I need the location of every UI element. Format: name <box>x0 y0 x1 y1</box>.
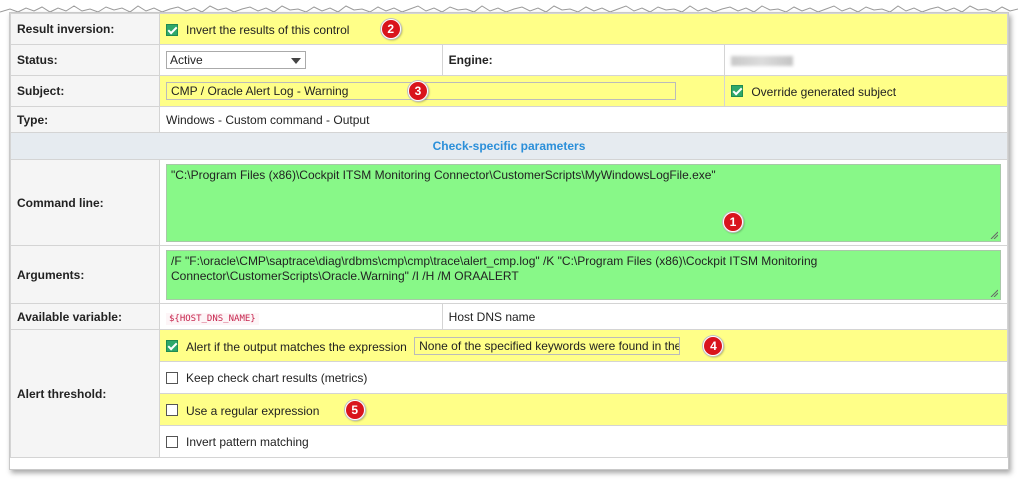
result-inversion-label: Result inversion: <box>10 13 160 45</box>
invert-results-checkbox[interactable] <box>166 23 178 36</box>
engine-label: Engine: <box>441 44 726 76</box>
subject-label: Subject: <box>10 75 160 107</box>
status-select[interactable]: Active <box>166 51 306 69</box>
section-title: Check-specific parameters <box>10 132 1008 160</box>
alert-threshold-label: Alert threshold: <box>10 329 160 458</box>
variable-description: Host DNS name <box>441 303 1009 330</box>
command-line-value: "C:\Program Files (x86)\Cockpit ITSM Mon… <box>171 167 716 182</box>
check-settings-panel: Result inversion: Invert the results of … <box>9 12 1009 470</box>
alert-option-row-4: Invert pattern matching <box>11 425 1008 458</box>
alert-option-3-cell: Use a regular expression 5 <box>159 393 1008 426</box>
resize-grip-icon[interactable] <box>990 231 998 239</box>
alert-option-row-2: Keep check chart results (metrics) <box>11 361 1008 394</box>
status-row: Status: Active Engine: <box>10 44 1008 76</box>
result-inversion-cell: Invert the results of this control 2 <box>159 13 1008 45</box>
type-row: Type: Windows - Custom command - Output <box>10 106 1008 133</box>
engine-value-redacted <box>731 55 794 66</box>
alert-option-row-3: Use a regular expression 5 <box>11 393 1008 426</box>
resize-grip-icon[interactable] <box>990 289 998 297</box>
result-inversion-row: Result inversion: Invert the results of … <box>10 13 1008 45</box>
chevron-down-icon <box>291 58 301 64</box>
section-header-row: Check-specific parameters <box>10 132 1008 160</box>
command-line-cell: "C:\Program Files (x86)\Cockpit ITSM Mon… <box>159 159 1008 246</box>
callout-badge-2: 2 <box>380 19 401 39</box>
subject-row: Subject: CMP / Oracle Alert Log - Warnin… <box>10 75 1008 107</box>
type-label: Type: <box>10 106 160 133</box>
callout-badge-1: 1 <box>723 211 743 232</box>
alert-option-4-cell: Invert pattern matching <box>159 425 1008 458</box>
type-value: Windows - Custom command - Output <box>159 106 1008 133</box>
status-label: Status: <box>10 44 160 76</box>
regular-expression-checkbox[interactable] <box>166 404 178 417</box>
command-line-row: Command line: "C:\Program Files (x86)\Co… <box>10 159 1008 246</box>
callout-badge-4: 4 <box>703 335 724 356</box>
status-select-value: Active <box>170 53 203 67</box>
invert-results-label: Invert the results of this control <box>186 22 350 37</box>
arguments-cell: /F "F:\oracle\CMP\saptrace\diag\rdbms\cm… <box>159 245 1008 304</box>
keep-chart-results-checkbox[interactable] <box>166 371 178 384</box>
arguments-value: /F "F:\oracle\CMP\saptrace\diag\rdbms\cm… <box>171 253 818 283</box>
invert-pattern-checkbox[interactable] <box>166 435 178 448</box>
available-variable-label: Available variable: <box>10 303 160 330</box>
command-line-textarea[interactable]: "C:\Program Files (x86)\Cockpit ITSM Mon… <box>166 163 1001 242</box>
arguments-row: Arguments: /F "F:\oracle\CMP\saptrace\di… <box>10 245 1008 304</box>
variable-code: ${HOST_DNS_NAME} <box>166 312 259 325</box>
variable-cell: ${HOST_DNS_NAME} <box>159 303 443 330</box>
arguments-label: Arguments: <box>10 245 160 304</box>
override-subject-checkbox[interactable] <box>731 85 744 98</box>
keep-chart-results-label: Keep check chart results (metrics) <box>186 370 368 385</box>
command-line-label: Command line: <box>10 159 160 246</box>
invert-pattern-label: Invert pattern matching <box>186 434 309 449</box>
override-subject-cell: Override generated subject <box>724 75 1008 107</box>
settings-table: Result inversion: Invert the results of … <box>10 13 1009 458</box>
alert-match-checkbox[interactable] <box>166 340 178 353</box>
callout-badge-3: 3 <box>408 81 428 101</box>
alert-option-row-1: Alert threshold: Alert if the output mat… <box>10 329 1008 458</box>
alert-expression-input[interactable]: None of the specified keywords were foun… <box>414 337 681 356</box>
available-variable-row: Available variable: ${HOST_DNS_NAME} Hos… <box>10 303 1009 330</box>
status-cell: Active <box>159 44 443 76</box>
alert-match-label: Alert if the output matches the expressi… <box>186 339 407 354</box>
alert-option-1-cell: Alert if the output matches the expressi… <box>159 329 1008 362</box>
engine-cell <box>724 44 1008 76</box>
override-subject-label: Override generated subject <box>751 84 897 99</box>
callout-badge-5: 5 <box>344 399 365 420</box>
subject-cell: CMP / Oracle Alert Log - Warning 3 <box>158 75 726 107</box>
arguments-textarea[interactable]: /F "F:\oracle\CMP\saptrace\diag\rdbms\cm… <box>166 249 1001 300</box>
regular-expression-label: Use a regular expression <box>186 403 320 418</box>
alert-option-2-cell: Keep check chart results (metrics) <box>159 361 1008 394</box>
